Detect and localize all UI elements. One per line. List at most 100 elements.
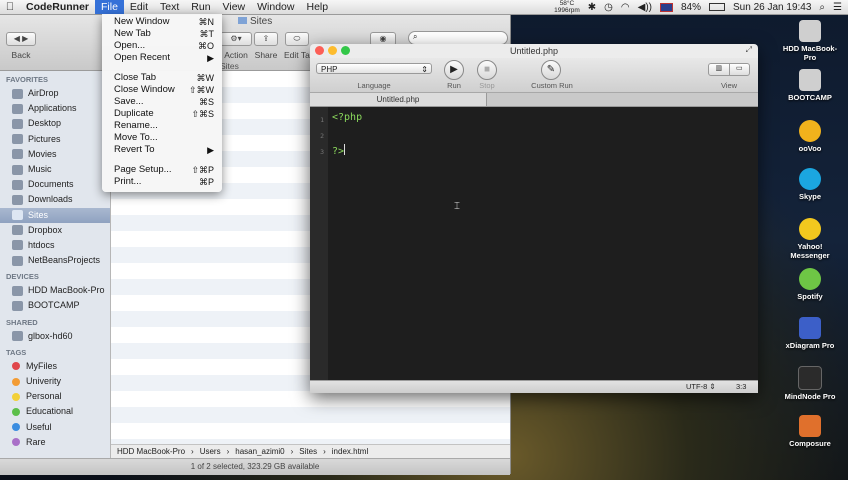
- sidebar-item-desktop[interactable]: Desktop: [0, 116, 110, 131]
- desktop-icon-hdd[interactable]: HDD MacBook-Pro: [780, 20, 840, 62]
- code-line: <?php: [332, 112, 363, 123]
- bluetooth-icon[interactable]: ✱: [588, 2, 596, 13]
- language-select[interactable]: PHP ⇕: [316, 63, 432, 74]
- menu-item-open[interactable]: Open... ⌘O: [102, 40, 222, 52]
- search-input[interactable]: ⌕: [408, 31, 508, 45]
- sidebar-item-pictures[interactable]: Pictures: [0, 132, 110, 147]
- battery-percent[interactable]: 84%: [681, 2, 701, 13]
- menu-item-revert-to[interactable]: Revert To ▶: [102, 144, 222, 156]
- sidebar-tag-personal[interactable]: Personal: [0, 389, 110, 404]
- edit-tags-button[interactable]: ⬭ Edit Ta: [284, 32, 310, 60]
- sidebar-item-downloads[interactable]: Downloads: [0, 192, 110, 207]
- menu-window[interactable]: Window: [251, 0, 300, 14]
- menu-item-duplicate[interactable]: Duplicate ⇧⌘S: [102, 108, 222, 120]
- desktop-icon-yahoo[interactable]: Yahoo! Messenger: [780, 218, 840, 260]
- sidebar-item-dropbox[interactable]: Dropbox: [0, 223, 110, 238]
- sidebar-item-htdocs[interactable]: htdocs: [0, 238, 110, 253]
- sidebar-item-applications[interactable]: Applications: [0, 101, 110, 116]
- share-button[interactable]: ⇪ Share: [254, 32, 278, 60]
- menu-view[interactable]: View: [217, 0, 252, 14]
- menu-help[interactable]: Help: [300, 0, 334, 14]
- menu-item-page-setup[interactable]: Page Setup... ⇧⌘P: [102, 164, 222, 176]
- path-item-sites[interactable]: Sites: [299, 447, 317, 456]
- action-button[interactable]: ⚙▾ Action: [220, 32, 252, 60]
- sidebar-tag-rare[interactable]: Rare: [0, 435, 110, 450]
- encoding-select[interactable]: UTF-8 ⇕: [686, 382, 716, 391]
- apple-icon[interactable]: : [0, 1, 20, 13]
- tag-dot-icon: [12, 423, 20, 432]
- desktop-icon-spotify[interactable]: Spotify: [780, 268, 840, 301]
- desktop-icon-bootcamp[interactable]: BOOTCAMP: [780, 69, 840, 102]
- mindnode-icon: [798, 366, 822, 390]
- back-forward-buttons[interactable]: ◀ ▶: [6, 32, 36, 46]
- coderunner-toolbar: PHP ⇕ Language ▶ Run ■ Stop ✎ Custom Run…: [310, 58, 758, 93]
- language-label: Language: [357, 81, 391, 90]
- sidebar-toggle-icon[interactable]: ▥: [709, 64, 730, 75]
- desktop-icon-composure[interactable]: Composure: [780, 415, 840, 448]
- console-toggle-icon[interactable]: ▭: [730, 64, 750, 75]
- desktop-icon-xdiagram[interactable]: xDiagram Pro: [780, 317, 840, 350]
- sidebar-item-airdrop[interactable]: AirDrop: [0, 86, 110, 101]
- tag-icon: ⬭: [284, 32, 309, 46]
- view-toggle[interactable]: ▥ ▭: [708, 63, 750, 76]
- hard-drive-icon: [799, 20, 821, 42]
- sidebar-item-music[interactable]: Music: [0, 162, 110, 177]
- volume-icon[interactable]: ◀)): [638, 2, 652, 13]
- sidebar-item-hdd[interactable]: HDD MacBook-Pro: [0, 283, 110, 298]
- menu-item-new-window[interactable]: New Window ⌘N: [102, 16, 222, 28]
- clock[interactable]: Sun 26 Jan 19:43: [733, 2, 811, 13]
- menu-file[interactable]: File: [95, 0, 124, 14]
- menu-edit[interactable]: Edit: [124, 0, 154, 14]
- sidebar-item-sites[interactable]: Sites: [0, 207, 110, 223]
- spotlight-icon[interactable]: ⌕: [819, 2, 825, 13]
- menu-app-name[interactable]: CodeRunner: [20, 0, 95, 14]
- sidebar-tag-univerity[interactable]: Univerity: [0, 374, 110, 389]
- sidebar-tag-myfiles[interactable]: MyFiles: [0, 359, 110, 374]
- cursor-position: 3:3: [736, 382, 747, 391]
- hard-drive-icon: [12, 285, 23, 296]
- desktop-icon-oovoo[interactable]: ooVoo: [780, 120, 840, 153]
- stop-button[interactable]: ■: [477, 60, 497, 80]
- notification-center-icon[interactable]: ☰: [833, 2, 842, 13]
- menu-separator: [102, 64, 222, 72]
- menu-item-open-recent[interactable]: Open Recent ▶: [102, 52, 222, 64]
- menu-item-move-to[interactable]: Move To...: [102, 132, 222, 144]
- menu-text[interactable]: Text: [154, 0, 185, 14]
- tab-untitled[interactable]: Untitled.php: [310, 93, 487, 106]
- desktop-icon-skype[interactable]: Skype: [780, 168, 840, 201]
- menu-item-new-tab[interactable]: New Tab ⌘T: [102, 28, 222, 40]
- path-item-users[interactable]: Users: [200, 447, 221, 456]
- sidebar-item-bootcamp[interactable]: BOOTCAMP: [0, 298, 110, 313]
- code-editor[interactable]: 1 2 3 <?php ?> ⌶: [310, 107, 758, 380]
- path-item-user[interactable]: hasan_azimi0: [235, 447, 284, 456]
- menu-item-rename[interactable]: Rename...: [102, 120, 222, 132]
- path-item-hdd[interactable]: HDD MacBook-Pro: [117, 447, 185, 456]
- time-machine-icon[interactable]: ◷: [604, 2, 613, 13]
- sidebar-item-documents[interactable]: Documents: [0, 177, 110, 192]
- battery-icon[interactable]: [709, 3, 726, 11]
- custom-run-button[interactable]: ✎: [541, 60, 561, 80]
- hard-drive-icon: [799, 69, 821, 91]
- sidebar-item-glbox[interactable]: glbox-hd60: [0, 329, 110, 344]
- temp-monitor[interactable]: 58°C 1996rpm: [554, 0, 580, 14]
- menu-item-print[interactable]: Print... ⌘P: [102, 176, 222, 188]
- run-button[interactable]: ▶: [444, 60, 464, 80]
- path-item-file[interactable]: index.html: [332, 447, 368, 456]
- input-flag-icon[interactable]: [660, 2, 673, 12]
- menu-item-close-window[interactable]: Close Window ⇧⌘W: [102, 84, 222, 96]
- menu-run[interactable]: Run: [185, 0, 216, 14]
- menu-item-save[interactable]: Save... ⌘S: [102, 96, 222, 108]
- sidebar-item-movies[interactable]: Movies: [0, 147, 110, 162]
- temp-value: 58°C: [559, 0, 575, 7]
- sidebar-tag-useful[interactable]: Useful: [0, 420, 110, 435]
- window-title: Untitled.php: [509, 46, 559, 56]
- wifi-icon[interactable]: ◠: [621, 2, 630, 13]
- sidebar-item-netbeansprojects[interactable]: NetBeansProjects: [0, 253, 110, 268]
- share-icon: ⇪: [254, 32, 278, 46]
- fan-rpm: 1996rpm: [554, 7, 580, 14]
- fullscreen-icon[interactable]: ⤢: [746, 45, 752, 55]
- desktop-icon-mindnode[interactable]: MindNode Pro: [780, 366, 840, 401]
- menu-item-close-tab[interactable]: Close Tab ⌘W: [102, 72, 222, 84]
- sidebar-tag-educational[interactable]: Educational: [0, 404, 110, 419]
- custom-run-label: Custom Run: [531, 81, 573, 90]
